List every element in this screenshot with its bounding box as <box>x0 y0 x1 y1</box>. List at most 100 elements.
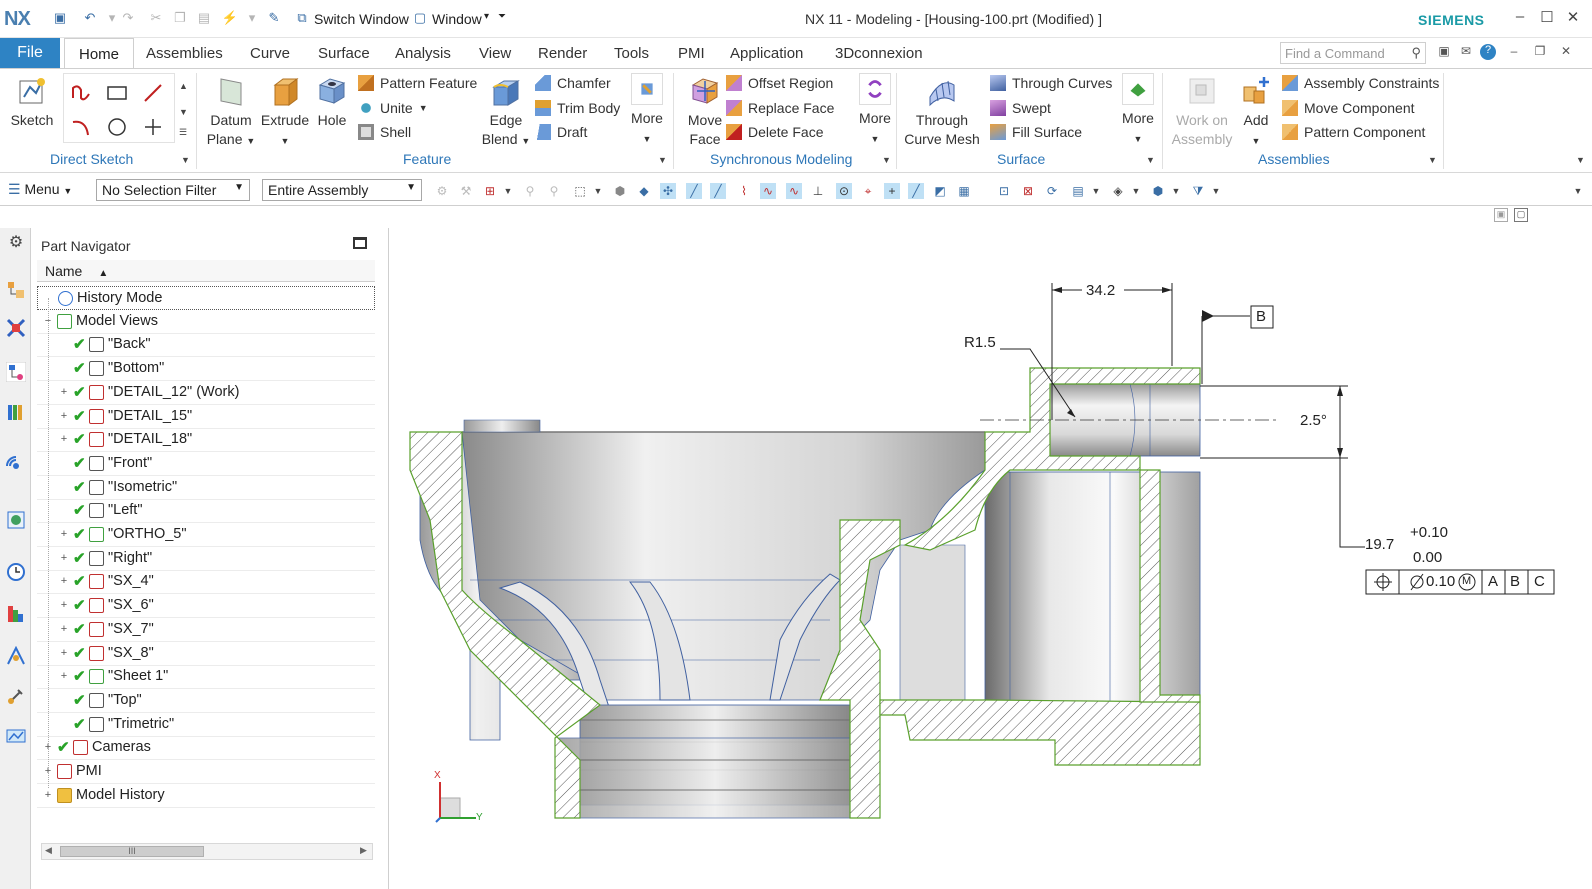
sketch-button[interactable]: Sketch <box>8 75 56 130</box>
role-icon[interactable] <box>6 726 26 746</box>
tab-tools[interactable]: Tools <box>614 45 649 62</box>
search-icon[interactable]: ⚲ <box>1411 45 1421 61</box>
clip-section-icon[interactable]: ⧩ <box>1190 183 1206 199</box>
unite-button[interactable]: Unite ▼ <box>358 100 428 116</box>
tree-row[interactable]: ✔ "Trimetric" <box>37 713 375 737</box>
visibility-icon[interactable]: ⬢ <box>1150 183 1166 199</box>
pattern-feature-button[interactable]: Pattern Feature <box>358 75 477 91</box>
point-on-surface-icon[interactable]: ╱ <box>908 183 924 199</box>
shell-button[interactable]: Shell <box>358 124 411 140</box>
check-icon[interactable]: ✔ <box>57 738 70 756</box>
tab-analysis[interactable]: Analysis <box>395 45 451 62</box>
maximize-panel-icon[interactable] <box>353 237 367 249</box>
constraint-navigator-icon[interactable] <box>6 318 26 338</box>
tree-row[interactable]: + ✔ "DETAIL_18" <box>37 428 375 453</box>
clip-section-dropdown-icon[interactable]: ▼ <box>1208 183 1224 199</box>
undo-dropdown-icon[interactable]: ▾ <box>104 10 120 26</box>
horizontal-scrollbar[interactable]: ◀ III ▶ <box>41 843 373 860</box>
check-icon[interactable]: ✔ <box>73 383 86 401</box>
rectangle-select-dropdown-icon[interactable]: ▼ <box>590 183 606 199</box>
tab-curve[interactable]: Curve <box>250 45 290 62</box>
swept-button[interactable]: Swept <box>990 100 1051 116</box>
housing-section-model[interactable] <box>390 206 1592 889</box>
assemblies-group-menu-icon[interactable]: ▼ <box>1428 155 1437 165</box>
window-menu-button[interactable]: Window <box>432 11 482 27</box>
select-solid-icon[interactable]: ⬢ <box>612 183 628 199</box>
work-on-assembly-button[interactable]: Work on Assembly <box>1170 75 1234 149</box>
tab-home[interactable]: Home <box>64 38 135 69</box>
sync-group-menu-icon[interactable]: ▼ <box>882 155 891 165</box>
repeat-command-icon[interactable]: ⚡ <box>222 10 238 26</box>
datum-plane-button[interactable]: Datum Plane ▼ <box>204 75 258 151</box>
tree-expand-toggle[interactable]: + <box>43 789 53 801</box>
tab-render[interactable]: Render <box>538 45 587 62</box>
type-filter-icon[interactable]: ⚙ <box>434 183 450 199</box>
ribbon-close-icon[interactable]: ✕ <box>1558 44 1574 60</box>
minimize-button[interactable]: – <box>1510 8 1530 25</box>
selection-filter-select[interactable]: No Selection Filter ▼ <box>96 179 250 201</box>
tree-row[interactable]: + ✔ "SX_8" <box>37 642 375 666</box>
tab-surface[interactable]: Surface <box>318 45 370 62</box>
window-menu-caret[interactable]: ▾ <box>484 11 489 22</box>
tangent-point-icon[interactable]: ⊥ <box>810 183 826 199</box>
visibility-dropdown-icon[interactable]: ▼ <box>1168 183 1184 199</box>
select-face-icon[interactable]: ◆ <box>636 183 652 199</box>
dimension-angle[interactable]: 2.5° <box>1300 412 1327 429</box>
check-icon[interactable]: ✔ <box>73 549 86 567</box>
mid-point-icon[interactable]: ╱ <box>710 183 726 199</box>
check-icon[interactable]: ✔ <box>73 501 86 519</box>
fit-view-icon[interactable]: ⊡ <box>996 183 1012 199</box>
tree-row[interactable]: + ✔ "Right" <box>37 547 375 571</box>
tree-expand-toggle[interactable]: + <box>59 670 69 682</box>
part-navigator-icon[interactable] <box>6 362 26 382</box>
tree-row[interactable]: + ✔ "DETAIL_15" <box>37 405 375 429</box>
process-studio-icon[interactable] <box>6 646 26 666</box>
hole-button[interactable]: Hole <box>312 75 352 130</box>
existing-point-icon[interactable]: + <box>884 183 900 199</box>
select-bodies-icon[interactable]: ⚲ <box>546 183 562 199</box>
direct-sketch-group-menu-icon[interactable]: ▼ <box>181 155 190 165</box>
help-icon[interactable]: ? <box>1480 44 1496 60</box>
through-curves-button[interactable]: Through Curves <box>990 75 1112 91</box>
arc-center-icon[interactable]: ∿ <box>786 183 802 199</box>
repeat-dropdown-icon[interactable]: ▾ <box>244 10 260 26</box>
orient-view-dropdown-icon[interactable]: ▼ <box>1088 183 1104 199</box>
touch-mode-icon[interactable]: ✎ <box>266 10 282 26</box>
assembly-constraints-button[interactable]: Assembly Constraints <box>1282 75 1439 91</box>
check-icon[interactable]: ✔ <box>73 335 86 353</box>
tree-row[interactable]: ✔ "Front" <box>37 452 375 476</box>
tab-view[interactable]: View <box>479 45 511 62</box>
gallery-down-icon[interactable]: ▼ <box>179 107 188 117</box>
menu-button[interactable]: ☰ Menu ▼ <box>8 181 72 198</box>
save-icon[interactable]: ▣ <box>52 10 68 26</box>
tree-row[interactable]: + ✔ "DETAIL_12" (Work) <box>37 381 375 405</box>
tab-application[interactable]: Application <box>730 45 803 62</box>
cut-icon[interactable]: ✂ <box>148 10 164 26</box>
delete-face-button[interactable]: Delete Face <box>726 124 823 140</box>
tab-pmi[interactable]: PMI <box>678 45 705 62</box>
tree-expand-toggle[interactable]: + <box>59 599 69 611</box>
gallery-expand-icon[interactable]: ☰ <box>179 127 187 138</box>
check-icon[interactable]: ✔ <box>73 525 86 543</box>
close-button[interactable]: ✕ <box>1563 8 1583 26</box>
check-icon[interactable]: ✔ <box>73 572 86 590</box>
feature-more-button[interactable]: More ▼ <box>627 73 667 149</box>
point-icon[interactable] <box>142 116 164 138</box>
quadrant-point-icon[interactable]: ⊙ <box>836 183 852 199</box>
check-icon[interactable]: ✔ <box>73 454 86 472</box>
check-icon[interactable]: ✔ <box>73 478 86 496</box>
tab-assemblies[interactable]: Assemblies <box>146 45 223 62</box>
rendering-style-dropdown-icon[interactable]: ▼ <box>1128 183 1144 199</box>
through-curve-mesh-button[interactable]: Through Curve Mesh <box>903 75 981 149</box>
find-command-input[interactable]: Find a Command ⚲ <box>1280 42 1426 64</box>
check-icon[interactable]: ✔ <box>73 715 86 733</box>
check-icon[interactable]: ✔ <box>73 359 86 377</box>
tree-row[interactable]: + PMI <box>37 760 375 784</box>
tree-row[interactable]: + ✔ "Sheet 1" <box>37 665 375 690</box>
tree-row[interactable]: + Model History <box>37 784 375 808</box>
extrude-button[interactable]: Extrude ▼ <box>259 75 311 151</box>
dimension-main[interactable]: 19.7 <box>1365 536 1394 553</box>
add-component-button[interactable]: Add ▼ <box>1236 75 1276 151</box>
profile-icon[interactable] <box>70 82 92 104</box>
tree-row[interactable]: + ✔ Cameras <box>37 736 375 761</box>
